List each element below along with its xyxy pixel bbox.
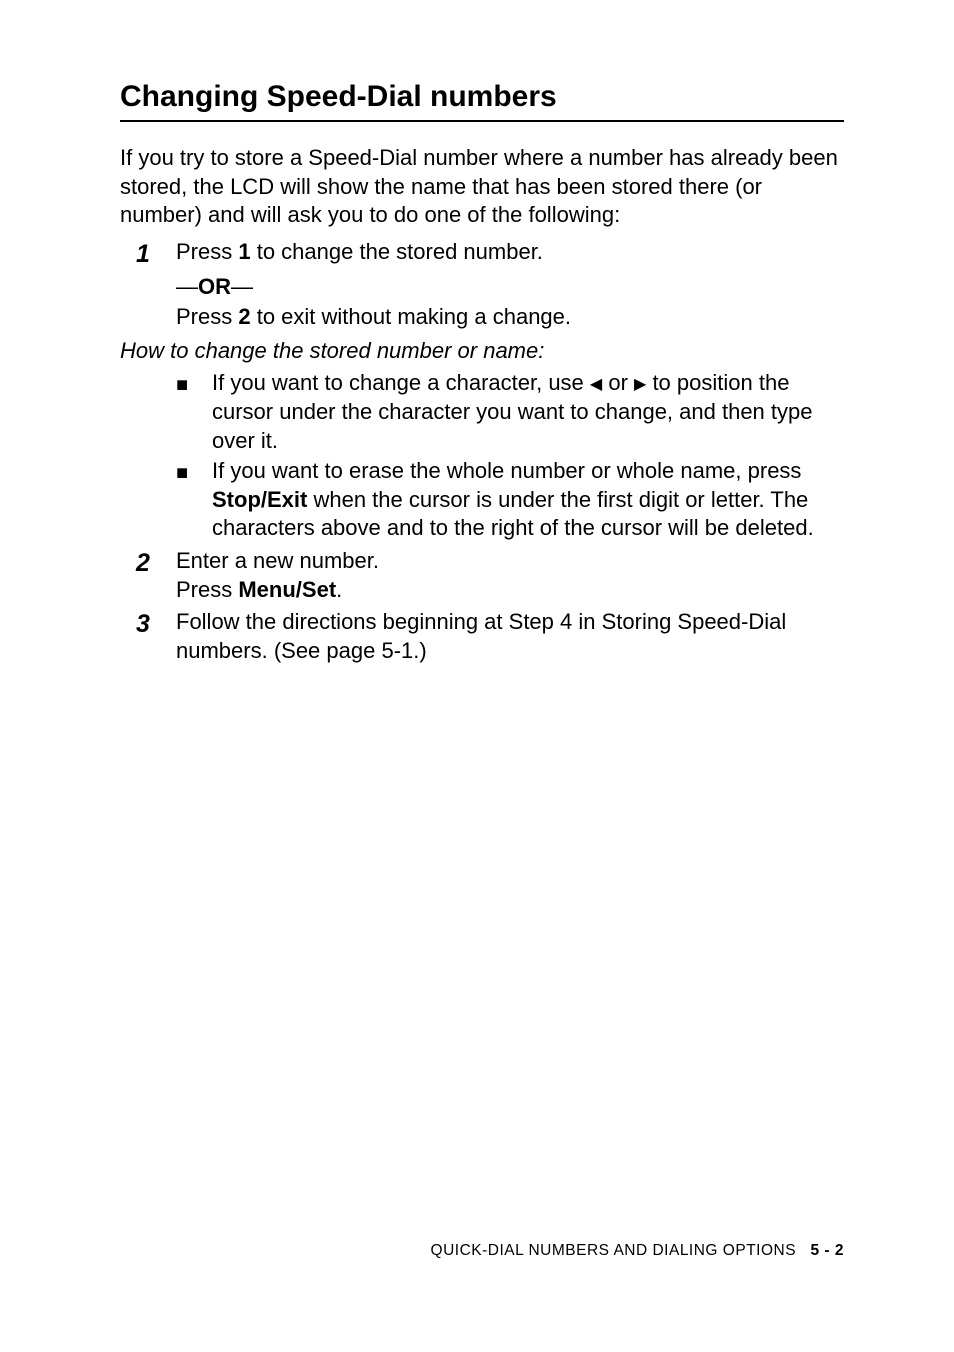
step-1-key: 1 (238, 239, 250, 264)
bullet-2: ■ If you want to erase the whole number … (120, 457, 844, 543)
or-bold: OR (198, 274, 231, 299)
intro-text: If you try to store a Speed-Dial number … (120, 144, 844, 230)
bullet-2-marker: ■ (176, 457, 212, 543)
or-dash2: — (231, 274, 253, 299)
step2-line2-post: . (336, 577, 342, 602)
press2-pre: Press (176, 304, 238, 329)
step-3-body: Follow the directions beginning at Step … (176, 608, 844, 665)
step2-line2-bold: Menu/Set (238, 577, 336, 602)
bullet1-pre: If you want to change a character, use (212, 370, 590, 395)
step-1-number: 1 (120, 238, 176, 271)
howto-label: How to change the stored number or name: (120, 336, 844, 366)
footer-page-number: 5 - 2 (810, 1242, 844, 1259)
bullet1-mid: or (602, 370, 634, 395)
step-1-body: Press 1 to change the stored number. (176, 238, 844, 271)
step-2: 2 Enter a new number. Press Menu/Set. (120, 547, 844, 604)
bullet2-bold: Stop/Exit (212, 487, 307, 512)
or-dash1: — (176, 274, 198, 299)
press-2-line: Press 2 to exit without making a change. (176, 302, 844, 332)
step2-line2-pre: Press (176, 577, 238, 602)
page-heading: Changing Speed-Dial numbers (120, 80, 844, 122)
step-1-post: to change the stored number. (251, 239, 543, 264)
bullet2-pre: If you want to erase the whole number or… (212, 458, 801, 483)
bullet-1: ■ If you want to change a character, use… (120, 369, 844, 455)
right-arrow-icon: ▶ (634, 376, 646, 393)
left-arrow-icon: ◀ (590, 376, 602, 393)
press2-post: to exit without making a change. (251, 304, 571, 329)
bullet-2-body: If you want to erase the whole number or… (212, 457, 844, 543)
step-2-body: Enter a new number. Press Menu/Set. (176, 547, 844, 604)
page-footer: QUICK-DIAL NUMBERS AND DIALING OPTIONS 5… (431, 1242, 844, 1260)
step-3-number: 3 (120, 608, 176, 665)
step-1: 1 Press 1 to change the stored number. (120, 238, 844, 271)
bullet-1-marker: ■ (176, 369, 212, 455)
step2-line2: Press Menu/Set. (176, 576, 844, 605)
or-line: —OR— (176, 272, 844, 302)
step-3: 3 Follow the directions beginning at Ste… (120, 608, 844, 665)
bullet-1-body: If you want to change a character, use ◀… (212, 369, 844, 455)
step-1-pre: Press (176, 239, 238, 264)
step-2-number: 2 (120, 547, 176, 604)
press2-key: 2 (238, 304, 250, 329)
footer-section-label: QUICK-DIAL NUMBERS AND DIALING OPTIONS (431, 1242, 797, 1259)
step2-line1: Enter a new number. (176, 547, 844, 576)
